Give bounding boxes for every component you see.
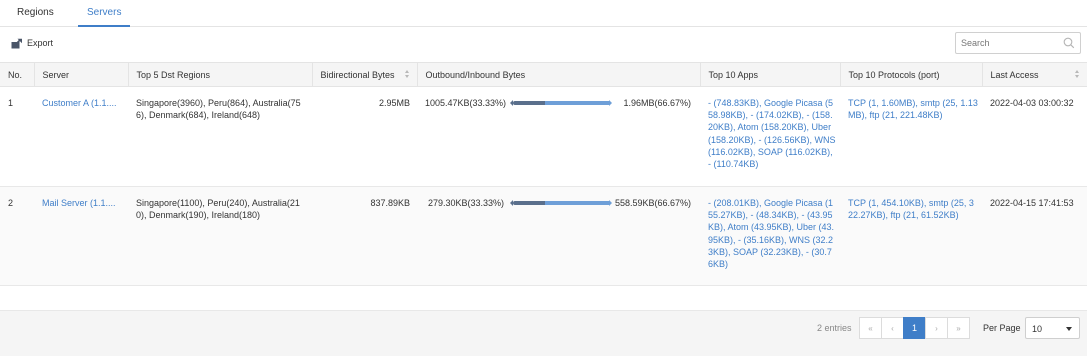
column-label: No.: [8, 69, 23, 80]
last-page-button[interactable]: »: [947, 317, 970, 339]
outbound-inbound-bar: 279.30KB(33.33%) 558.59KB(66.67%): [425, 197, 691, 209]
table-row: 1 Customer A (1.1.... Singapore(3960), P…: [0, 86, 1087, 187]
table-header-row: No. Server Top 5 Dst Regions Bidirection…: [0, 62, 1087, 87]
export-label: Export: [27, 38, 54, 48]
inbound-segment: [545, 101, 609, 105]
search-icon[interactable]: [1063, 37, 1075, 49]
search-input[interactable]: [961, 36, 1061, 50]
top-protocols[interactable]: TCP (1, 1.60MB), smtp (25, 1.13MB), ftp …: [840, 87, 982, 187]
inbound-bytes: 1.96MB(66.67%): [623, 98, 691, 108]
table-row: 2 Mail Server (1.1.... Singapore(1100), …: [0, 186, 1087, 286]
per-page-select[interactable]: 10: [1025, 317, 1080, 339]
sort-icon[interactable]: [404, 70, 410, 80]
outbound-segment: [513, 201, 545, 205]
next-page-button[interactable]: ›: [925, 317, 948, 339]
column-header-no[interactable]: No.: [0, 62, 35, 87]
table-footer: 2 entries « ‹ 1 › » Per Page 10: [0, 310, 1087, 356]
column-header-protocols[interactable]: Top 10 Protocols (port): [840, 62, 983, 87]
chevron-down-icon: [1066, 327, 1072, 331]
ratio-bar: [510, 100, 612, 106]
column-label: Server: [42, 69, 70, 80]
outbound-bytes: 279.30KB(33.33%): [428, 198, 505, 208]
server-link[interactable]: Mail Server (1.1....: [34, 187, 128, 286]
outbound-inbound-cell: 1005.47KB(33.33%) 1.96MB(66.67%): [417, 87, 700, 187]
bidirectional-bytes: 837.89KB: [370, 198, 410, 208]
tab-bar: Regions Servers: [0, 0, 1087, 27]
bidirectional-bytes: 2.95MB: [378, 98, 410, 108]
inbound-bytes: 558.59KB(66.67%): [614, 198, 691, 208]
export-button[interactable]: Export: [11, 36, 53, 50]
column-header-regions[interactable]: Top 5 Dst Regions: [128, 62, 313, 87]
first-page-button[interactable]: «: [859, 317, 882, 339]
column-label: Top 10 Protocols (port): [848, 69, 940, 80]
export-icon: [11, 38, 22, 48]
top-apps[interactable]: - (748.83KB), Google Picasa (558.98KB), …: [700, 87, 840, 187]
dst-regions: Singapore(1100), Peru(240), Australia(21…: [136, 198, 300, 221]
column-header-outbound-inbound[interactable]: Outbound/Inbound Bytes: [417, 62, 701, 87]
server-link[interactable]: Customer A (1.1....: [34, 87, 128, 187]
page-button-current[interactable]: 1: [903, 317, 926, 339]
per-page-value: 10: [1032, 324, 1043, 334]
bar-cap-right: [609, 200, 612, 206]
dst-regions: Singapore(3960), Peru(864), Australia(75…: [136, 98, 301, 121]
tab-regions[interactable]: Regions: [17, 0, 54, 27]
servers-table: No. Server Top 5 Dst Regions Bidirection…: [0, 62, 1087, 286]
top-apps[interactable]: - (208.01KB), Google Picasa (155.27KB), …: [700, 187, 840, 286]
sort-icon[interactable]: [1075, 70, 1080, 80]
column-label: Top 5 Dst Regions: [136, 69, 211, 80]
column-header-bidirectional[interactable]: Bidirectional Bytes: [312, 62, 418, 87]
outbound-inbound-bar: 1005.47KB(33.33%) 1.96MB(66.67%): [425, 97, 691, 109]
bar-cap-right: [609, 100, 612, 106]
top-protocols[interactable]: TCP (1, 454.10KB), smtp (25, 322.27KB), …: [840, 187, 982, 286]
prev-page-button[interactable]: ‹: [881, 317, 904, 339]
outbound-segment: [513, 101, 545, 105]
column-header-apps[interactable]: Top 10 Apps: [700, 62, 841, 87]
inbound-segment: [545, 201, 609, 205]
outbound-bytes: 1005.47KB(33.33%): [425, 98, 507, 108]
column-label: Bidirectional Bytes: [320, 69, 395, 80]
per-page-label: Per Page: [983, 323, 1021, 333]
column-header-last-access[interactable]: Last Access: [982, 62, 1087, 87]
row-number: 2: [8, 198, 14, 208]
outbound-inbound-cell: 279.30KB(33.33%) 558.59KB(66.67%): [417, 187, 700, 286]
column-header-server[interactable]: Server: [34, 62, 129, 87]
entries-count: 2 entries: [817, 323, 852, 333]
pagination: « ‹ 1 › »: [859, 317, 970, 339]
last-access: 2022-04-03 03:00:32: [990, 98, 1074, 108]
column-label: Top 10 Apps: [708, 69, 759, 80]
ratio-bar: [510, 200, 612, 206]
column-label: Last Access: [990, 69, 1039, 80]
row-number: 1: [8, 98, 14, 108]
tab-servers[interactable]: Servers: [87, 0, 121, 27]
toolbar: Export: [0, 27, 1087, 62]
search-box: [955, 32, 1081, 54]
last-access: 2022-04-15 17:41:53: [990, 198, 1074, 208]
column-label: Outbound/Inbound Bytes: [425, 69, 526, 80]
